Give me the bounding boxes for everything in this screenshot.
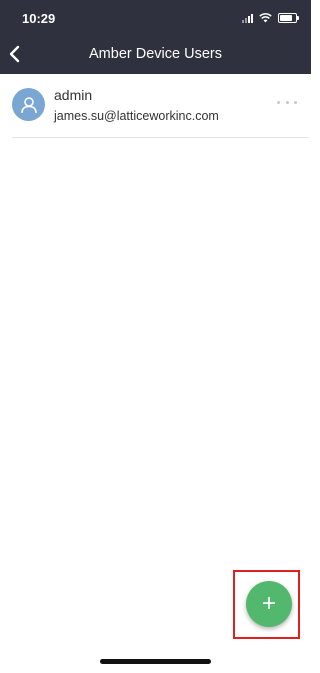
user-list-item[interactable]: admin james.su@latticeworkinc.com (12, 82, 309, 138)
add-user-button[interactable]: + (246, 581, 292, 627)
home-indicator[interactable] (100, 659, 211, 664)
user-icon (20, 96, 37, 113)
more-options-icon[interactable] (277, 97, 297, 107)
cellular-signal-icon (242, 13, 253, 23)
wifi-icon (259, 13, 272, 23)
battery-icon (278, 13, 299, 23)
avatar (12, 88, 45, 121)
user-name: admin (54, 87, 93, 103)
status-time: 10:29 (22, 11, 56, 26)
page-title: Amber Device Users (89, 46, 222, 62)
app-header: 10:29 Amber Device Users (0, 0, 311, 74)
status-icons (242, 11, 299, 25)
user-email: james.su@latticeworkinc.com (54, 109, 219, 123)
plus-icon: + (261, 590, 276, 617)
